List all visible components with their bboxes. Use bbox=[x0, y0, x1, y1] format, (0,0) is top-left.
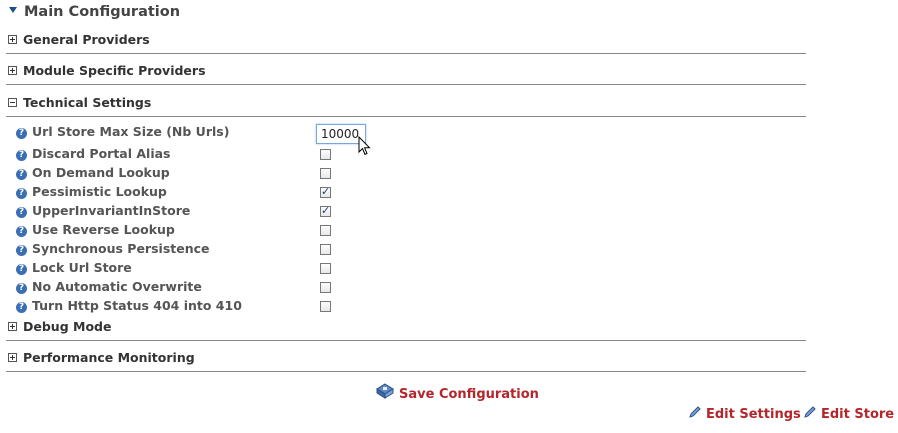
pencil-icon bbox=[804, 406, 816, 418]
no-automatic-overwrite-checkbox[interactable] bbox=[320, 282, 331, 293]
section-debug-mode[interactable]: Debug Mode bbox=[6, 319, 806, 339]
edit-settings-label: Edit Settings bbox=[706, 407, 801, 422]
section-label: Performance Monitoring bbox=[23, 350, 195, 365]
edit-store-label: Edit Store bbox=[821, 407, 895, 422]
setting-label: Synchronous Persistence bbox=[32, 241, 210, 256]
checkmark-icon: ✓ bbox=[321, 204, 331, 217]
section-general-providers[interactable]: General Providers bbox=[6, 32, 806, 52]
setting-upper-invariant-in-store: ? UpperInvariantInStore bbox=[16, 203, 190, 221]
help-icon[interactable]: ? bbox=[16, 226, 27, 237]
pessimistic-lookup-checkbox[interactable]: ✓ bbox=[320, 185, 331, 198]
divider bbox=[6, 371, 806, 372]
help-icon[interactable]: ? bbox=[16, 283, 27, 294]
divider bbox=[6, 53, 806, 54]
checkmark-icon: ✓ bbox=[321, 185, 331, 198]
setting-use-reverse-lookup: ? Use Reverse Lookup bbox=[16, 222, 175, 240]
setting-label: Turn Http Status 404 into 410 bbox=[32, 298, 242, 313]
edit-store-link[interactable]: Edit Store bbox=[803, 405, 894, 422]
main-configuration-title: Main Configuration bbox=[24, 4, 181, 20]
setting-label: On Demand Lookup bbox=[32, 165, 170, 180]
setting-pessimistic-lookup: ? Pessimistic Lookup bbox=[16, 184, 167, 202]
help-icon[interactable]: ? bbox=[16, 128, 27, 139]
help-icon[interactable]: ? bbox=[16, 264, 27, 275]
setting-label: Lock Url Store bbox=[32, 260, 132, 275]
divider bbox=[6, 340, 806, 341]
setting-no-automatic-overwrite: ? No Automatic Overwrite bbox=[16, 279, 202, 297]
setting-url-store-max-size: ? Url Store Max Size (Nb Urls) bbox=[16, 124, 229, 142]
help-icon[interactable]: ? bbox=[16, 150, 27, 161]
divider bbox=[6, 116, 806, 117]
section-technical-settings[interactable]: Technical Settings bbox=[6, 95, 806, 115]
expand-plus-icon[interactable] bbox=[8, 66, 17, 75]
expand-plus-icon[interactable] bbox=[8, 322, 17, 331]
turn-http-404-into-410-checkbox[interactable] bbox=[320, 301, 331, 312]
mouse-pointer-icon bbox=[358, 136, 371, 156]
setting-turn-http-404-into-410: ? Turn Http Status 404 into 410 bbox=[16, 298, 242, 316]
help-icon[interactable]: ? bbox=[16, 207, 27, 218]
collapse-minus-icon[interactable] bbox=[8, 98, 17, 107]
section-label: General Providers bbox=[23, 32, 150, 47]
pencil-icon bbox=[689, 406, 701, 418]
discard-portal-alias-checkbox[interactable] bbox=[320, 149, 331, 160]
save-disk-icon bbox=[376, 383, 394, 399]
setting-label: Pessimistic Lookup bbox=[32, 184, 167, 199]
setting-label: Use Reverse Lookup bbox=[32, 222, 175, 237]
setting-on-demand-lookup: ? On Demand Lookup bbox=[16, 165, 170, 183]
save-configuration-button[interactable]: Save Configuration bbox=[376, 383, 539, 402]
setting-label: UpperInvariantInStore bbox=[32, 203, 191, 218]
section-label: Debug Mode bbox=[23, 319, 112, 334]
setting-label: Discard Portal Alias bbox=[32, 146, 171, 161]
section-performance-monitoring[interactable]: Performance Monitoring bbox=[6, 350, 806, 370]
help-icon[interactable]: ? bbox=[16, 245, 27, 256]
help-icon[interactable]: ? bbox=[16, 188, 27, 199]
synchronous-persistence-checkbox[interactable] bbox=[320, 244, 331, 255]
setting-lock-url-store: ? Lock Url Store bbox=[16, 260, 132, 278]
help-icon[interactable]: ? bbox=[16, 302, 27, 313]
setting-label: Url Store Max Size (Nb Urls) bbox=[32, 124, 230, 139]
use-reverse-lookup-checkbox[interactable] bbox=[320, 225, 331, 236]
upper-invariant-in-store-checkbox[interactable]: ✓ bbox=[320, 204, 331, 217]
setting-synchronous-persistence: ? Synchronous Persistence bbox=[16, 241, 210, 259]
help-icon[interactable]: ? bbox=[16, 169, 27, 180]
section-label: Technical Settings bbox=[23, 95, 152, 110]
divider bbox=[6, 84, 806, 85]
save-configuration-label: Save Configuration bbox=[399, 387, 539, 402]
expand-plus-icon[interactable] bbox=[8, 353, 17, 362]
lock-url-store-checkbox[interactable] bbox=[320, 263, 331, 274]
main-configuration-header[interactable]: Main Configuration bbox=[8, 4, 180, 20]
section-label: Module Specific Providers bbox=[23, 63, 206, 78]
collapse-triangle-icon[interactable] bbox=[9, 7, 17, 13]
expand-plus-icon[interactable] bbox=[8, 35, 17, 44]
setting-discard-portal-alias: ? Discard Portal Alias bbox=[16, 146, 171, 164]
on-demand-lookup-checkbox[interactable] bbox=[320, 168, 331, 179]
setting-label: No Automatic Overwrite bbox=[32, 279, 202, 294]
edit-settings-link[interactable]: Edit Settings bbox=[688, 405, 801, 422]
section-module-specific-providers[interactable]: Module Specific Providers bbox=[6, 63, 806, 83]
